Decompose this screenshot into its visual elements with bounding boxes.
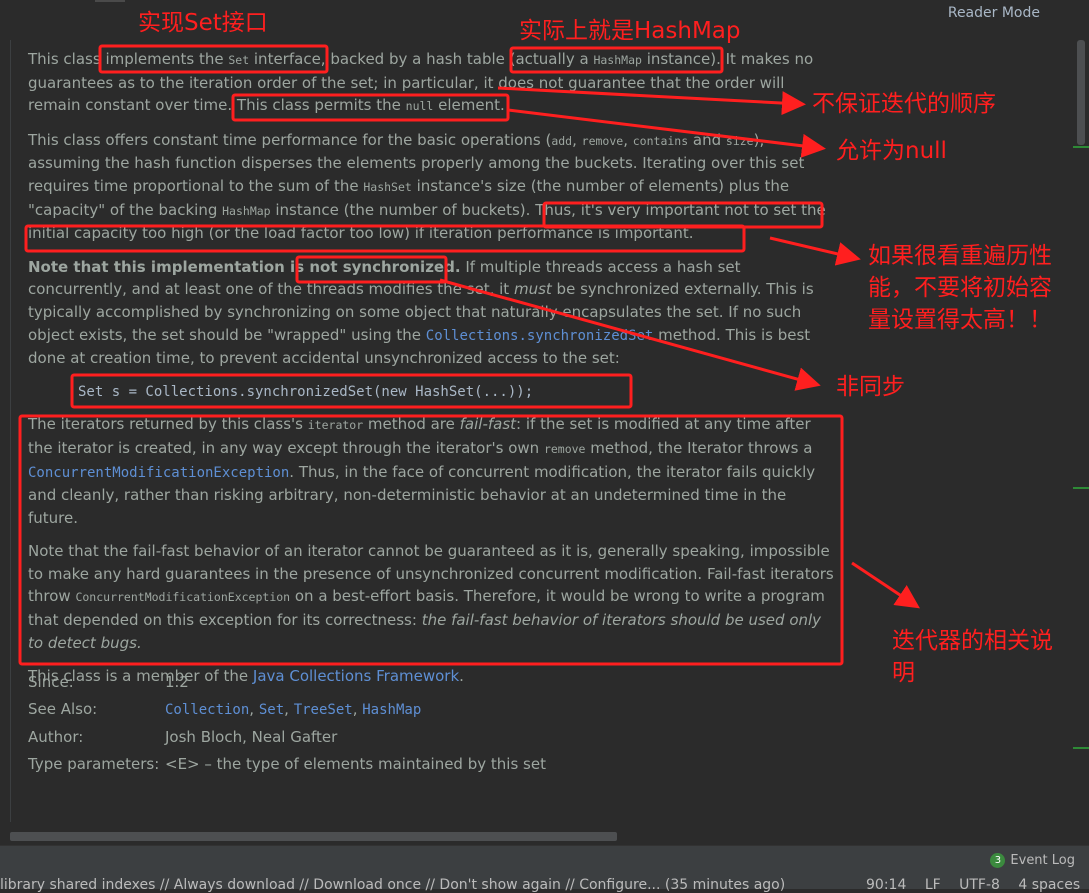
annotation-hashmap: 实际上就是HashMap xyxy=(519,18,741,44)
event-log-label: Event Log xyxy=(1010,853,1075,868)
annotation-iterator-line1: 迭代器的相关说 xyxy=(892,628,1053,654)
annotation-capacity-line2: 能，不要将初始容 xyxy=(868,275,1052,301)
highlight-box xyxy=(70,373,633,409)
status-message[interactable]: library shared indexes // Always downloa… xyxy=(0,877,785,893)
annotation-capacity-line3: 量设置得太高！！ xyxy=(868,307,1052,333)
event-count-badge: 3 xyxy=(990,853,1006,868)
annotation-arrow xyxy=(769,236,861,266)
annotation-no-order: 不保证迭代的顺序 xyxy=(812,91,996,117)
highlight-box xyxy=(98,44,329,74)
status-bar: 3 Event Log library shared indexes // Al… xyxy=(0,845,1089,893)
highlight-box xyxy=(24,224,746,253)
annotation-arrow xyxy=(851,561,920,609)
indent-setting[interactable]: 4 spaces xyxy=(1018,877,1080,893)
highlight-box xyxy=(18,414,844,666)
annotation-arrow xyxy=(439,278,821,391)
annotation-capacity-line1: 如果很看重遍历性 xyxy=(868,243,1052,269)
annotation-null-allowed: 允许为null xyxy=(836,138,947,164)
cursor-position[interactable]: 90:14 xyxy=(866,877,906,893)
highlight-box xyxy=(509,46,724,74)
annotation-arrow xyxy=(497,86,806,116)
annotation-set-interface: 实现Set接口 xyxy=(138,10,268,36)
line-separator[interactable]: LF xyxy=(925,877,941,893)
status-indicators: 90:14 LF UTF-8 4 spaces xyxy=(866,877,1089,893)
highlight-box xyxy=(231,93,510,122)
file-encoding[interactable]: UTF-8 xyxy=(959,877,1000,893)
highlight-box xyxy=(542,201,824,229)
annotation-arrow xyxy=(507,108,826,158)
event-log-button[interactable]: 3 Event Log xyxy=(990,853,1075,868)
highlight-box xyxy=(295,255,448,284)
annotation-not-synchronized: 非同步 xyxy=(836,374,905,400)
annotation-iterator-line2: 明 xyxy=(892,660,915,686)
annotation-overlay xyxy=(18,44,920,666)
